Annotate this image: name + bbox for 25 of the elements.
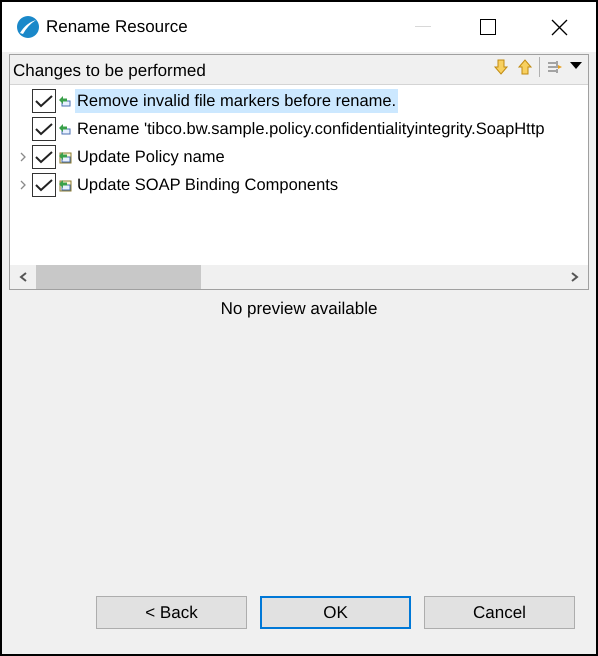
dialog-button[interactable]: Cancel — [424, 596, 575, 629]
close-icon[interactable] — [551, 18, 568, 36]
change-item[interactable]: Update SOAP Binding Components — [75, 173, 340, 197]
change-item[interactable]: Update Policy name — [75, 145, 227, 169]
checkbox[interactable] — [32, 89, 56, 113]
app-logo-icon — [16, 15, 40, 39]
panel-title: Changes to be performed — [13, 60, 206, 82]
arrow-down-icon[interactable] — [494, 58, 508, 74]
scrollbar-thumb[interactable] — [36, 265, 201, 289]
maximize-icon[interactable] — [480, 19, 496, 35]
checkbox[interactable] — [32, 173, 56, 197]
arrow-up-icon[interactable] — [518, 58, 532, 74]
checkbox[interactable] — [32, 145, 56, 169]
filter-icon[interactable] — [547, 58, 563, 74]
preview-message: No preview available — [220, 298, 378, 320]
dropdown-icon[interactable] — [570, 62, 582, 70]
expand-icon[interactable] — [20, 180, 26, 190]
dialog-button[interactable]: < Back — [96, 596, 247, 629]
change-item[interactable]: Remove invalid file markers before rename. — [75, 89, 398, 113]
change-item[interactable]: Rename 'tibco.bw.sample.policy.confidentialityintegrity.SoapHttp — [75, 117, 547, 141]
expand-icon[interactable] — [20, 152, 26, 162]
checkbox[interactable] — [32, 117, 56, 141]
window-title: Rename Resource — [46, 16, 188, 38]
dialog-button[interactable]: OK — [260, 596, 411, 629]
horizontal-scrollbar[interactable] — [10, 265, 588, 289]
